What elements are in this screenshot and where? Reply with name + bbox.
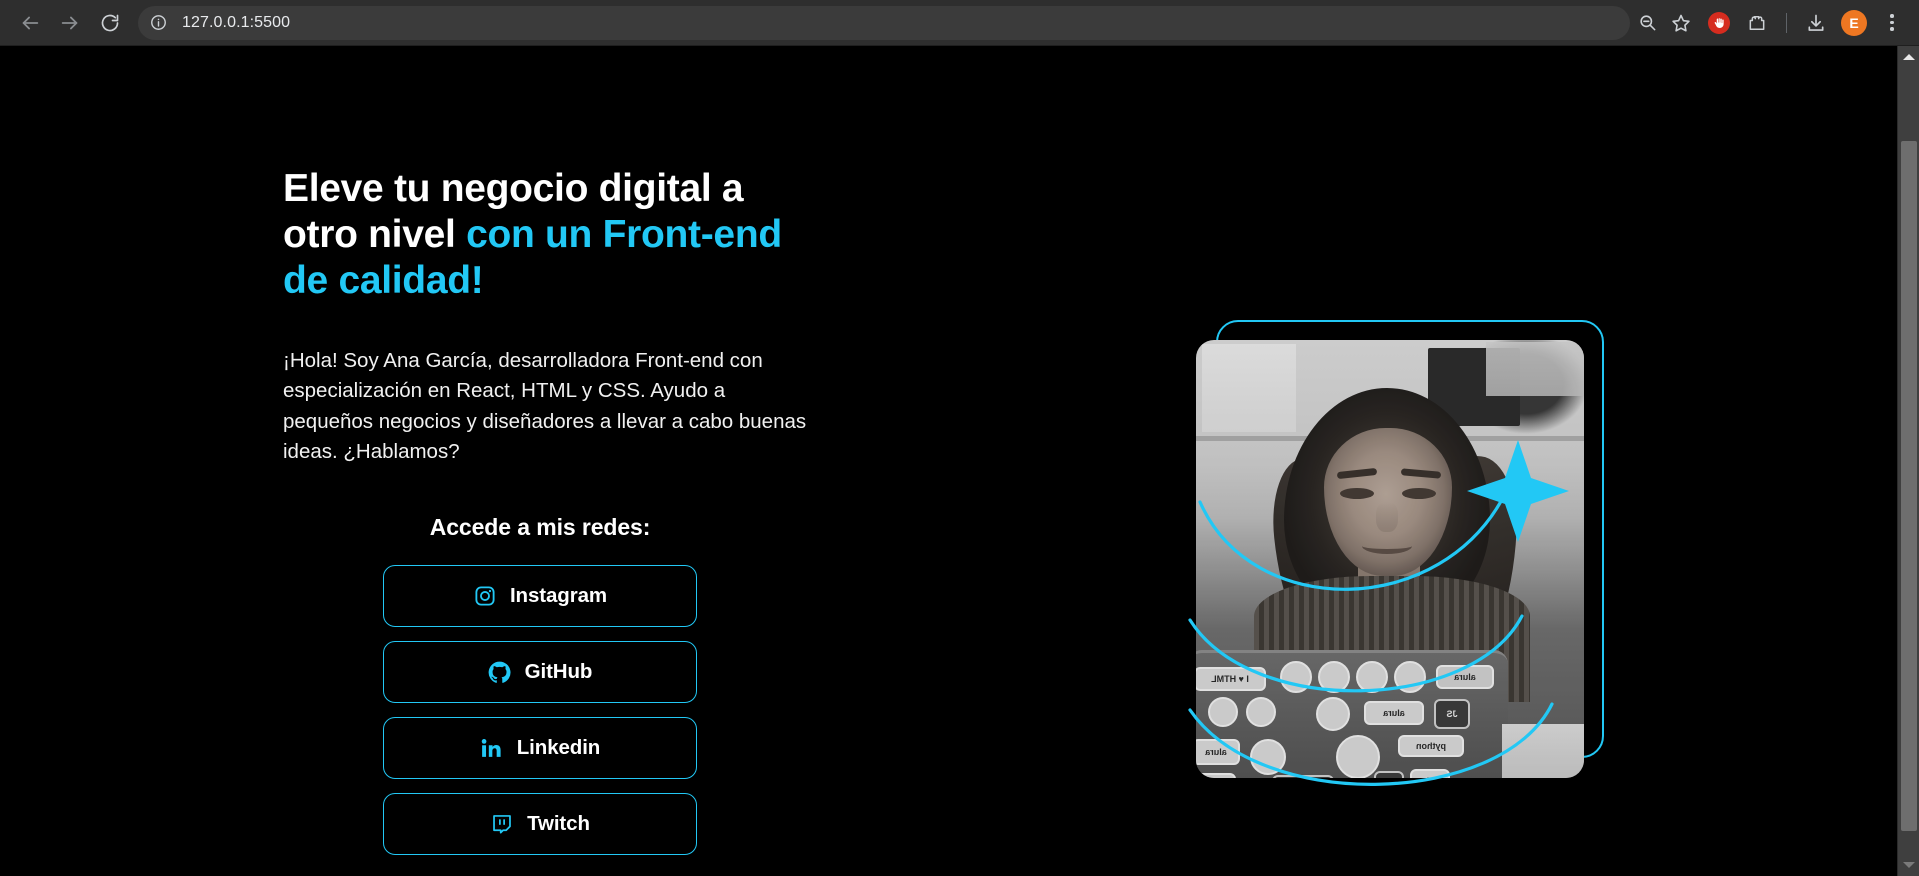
social-link-instagram[interactable]: Instagram	[383, 565, 697, 628]
laptop-sticker	[1318, 661, 1350, 693]
browser-actions: E	[1702, 6, 1909, 40]
laptop-sticker: Kotlin	[1196, 773, 1236, 778]
social-heading: Accede a mis redes:	[429, 514, 651, 541]
hero-section: Eleve tu negocio digital a otro nivel co…	[0, 46, 1897, 876]
laptop-sticker: alura	[1364, 701, 1424, 725]
laptop-sticker	[1246, 697, 1276, 727]
extensions-button[interactable]	[1740, 6, 1774, 40]
profile-button[interactable]: E	[1837, 6, 1871, 40]
laptop-sticker: C	[1374, 771, 1404, 778]
laptop-sticker: Ruby	[1410, 769, 1450, 778]
photo-wall-door	[1202, 344, 1296, 432]
github-icon	[488, 660, 512, 684]
photo-eye-right	[1402, 488, 1436, 499]
hero-description: ¡Hola! Soy Ana García, desarrolladora Fr…	[283, 349, 807, 464]
reload-button[interactable]	[90, 3, 130, 43]
downloads-button[interactable]	[1799, 6, 1833, 40]
info-circle-icon	[150, 15, 166, 30]
photo-wall-panel	[1486, 342, 1584, 396]
browser-toolbar: 127.0.0.1:5500 E	[0, 0, 1919, 46]
social-link-twitch[interactable]: Twitch	[383, 793, 697, 856]
laptop-sticker: BACKEND	[1272, 775, 1334, 778]
download-icon	[1808, 14, 1824, 31]
scroll-up-arrow[interactable]	[1898, 46, 1919, 68]
omnibox-actions	[1630, 6, 1698, 40]
scrollbar-thumb[interactable]	[1901, 141, 1917, 831]
laptop-sticker: alura	[1436, 665, 1494, 689]
page-title: Eleve tu negocio digital a otro nivel co…	[283, 166, 793, 304]
linkedin-glyph	[481, 738, 501, 757]
laptop-sticker	[1250, 739, 1286, 775]
social-link-github[interactable]: GitHub	[383, 641, 697, 704]
social-links-list: Instagram GitHub Linkedin Twitch	[283, 565, 797, 856]
page-viewport: Eleve tu negocio digital a otro nivel co…	[0, 46, 1919, 876]
toolbar-divider	[1786, 12, 1787, 33]
scroll-down-arrow[interactable]	[1898, 854, 1919, 876]
laptop-sticker	[1208, 697, 1238, 727]
photo-laptop: I ♥ HTML alura JS alura python alura C	[1196, 650, 1508, 778]
profile-photo: I ♥ HTML alura JS alura python alura C	[1196, 340, 1584, 778]
laptop-sticker: I ♥ HTML	[1196, 667, 1266, 691]
url-text[interactable]: 127.0.0.1:5500	[182, 14, 290, 32]
adblock-hand-icon	[1708, 11, 1730, 34]
laptop-sticker: JS	[1434, 699, 1470, 729]
social-link-label: GitHub	[524, 660, 593, 684]
social-link-label: Instagram	[509, 584, 608, 608]
social-link-label: Linkedin	[516, 736, 601, 760]
extensions-puzzle-icon	[1749, 15, 1765, 30]
back-button[interactable]	[10, 3, 50, 43]
laptop-sticker	[1336, 735, 1380, 778]
linkedin-icon	[480, 736, 504, 760]
chrome-menu-button[interactable]	[1875, 6, 1909, 40]
reload-icon	[101, 14, 119, 31]
photo-mouth	[1362, 538, 1412, 554]
social-link-linkedin[interactable]: Linkedin	[383, 717, 697, 780]
bookmark-button[interactable]	[1664, 6, 1698, 40]
search-zoom-icon	[1639, 15, 1655, 31]
twitch-glyph	[493, 815, 511, 834]
address-bar[interactable]: 127.0.0.1:5500	[138, 5, 1630, 40]
hero-image-column: I ♥ HTML alura JS alura python alura C	[1188, 320, 1616, 790]
forward-button[interactable]	[50, 3, 90, 43]
zoom-button[interactable]	[1630, 6, 1664, 40]
social-link-label: Twitch	[527, 812, 590, 836]
page-scrollbar[interactable]	[1897, 46, 1919, 876]
laptop-sticker	[1356, 661, 1388, 693]
forward-arrow-icon	[61, 16, 78, 29]
three-dot-menu-icon	[1890, 14, 1894, 31]
instagram-glyph	[475, 586, 495, 606]
twitch-icon	[490, 812, 514, 836]
photo-desk-right	[1502, 724, 1584, 778]
site-info-button[interactable]	[144, 9, 172, 37]
hand-glyph	[1714, 17, 1724, 28]
github-glyph	[488, 661, 511, 683]
photo-eye-left	[1340, 488, 1374, 499]
adblock-extension-button[interactable]	[1702, 6, 1736, 40]
photo-nose	[1376, 502, 1398, 532]
laptop-sticker	[1316, 697, 1350, 731]
laptop-sticker: alura	[1196, 739, 1240, 765]
laptop-sticker: python	[1398, 735, 1464, 757]
instagram-icon	[473, 584, 497, 608]
back-arrow-icon	[22, 16, 39, 29]
laptop-sticker	[1280, 661, 1312, 693]
laptop-sticker	[1394, 661, 1426, 693]
star-bookmark-icon	[1672, 14, 1690, 32]
hero-text-column: Eleve tu negocio digital a otro nivel co…	[283, 166, 843, 856]
avatar: E	[1841, 9, 1867, 36]
